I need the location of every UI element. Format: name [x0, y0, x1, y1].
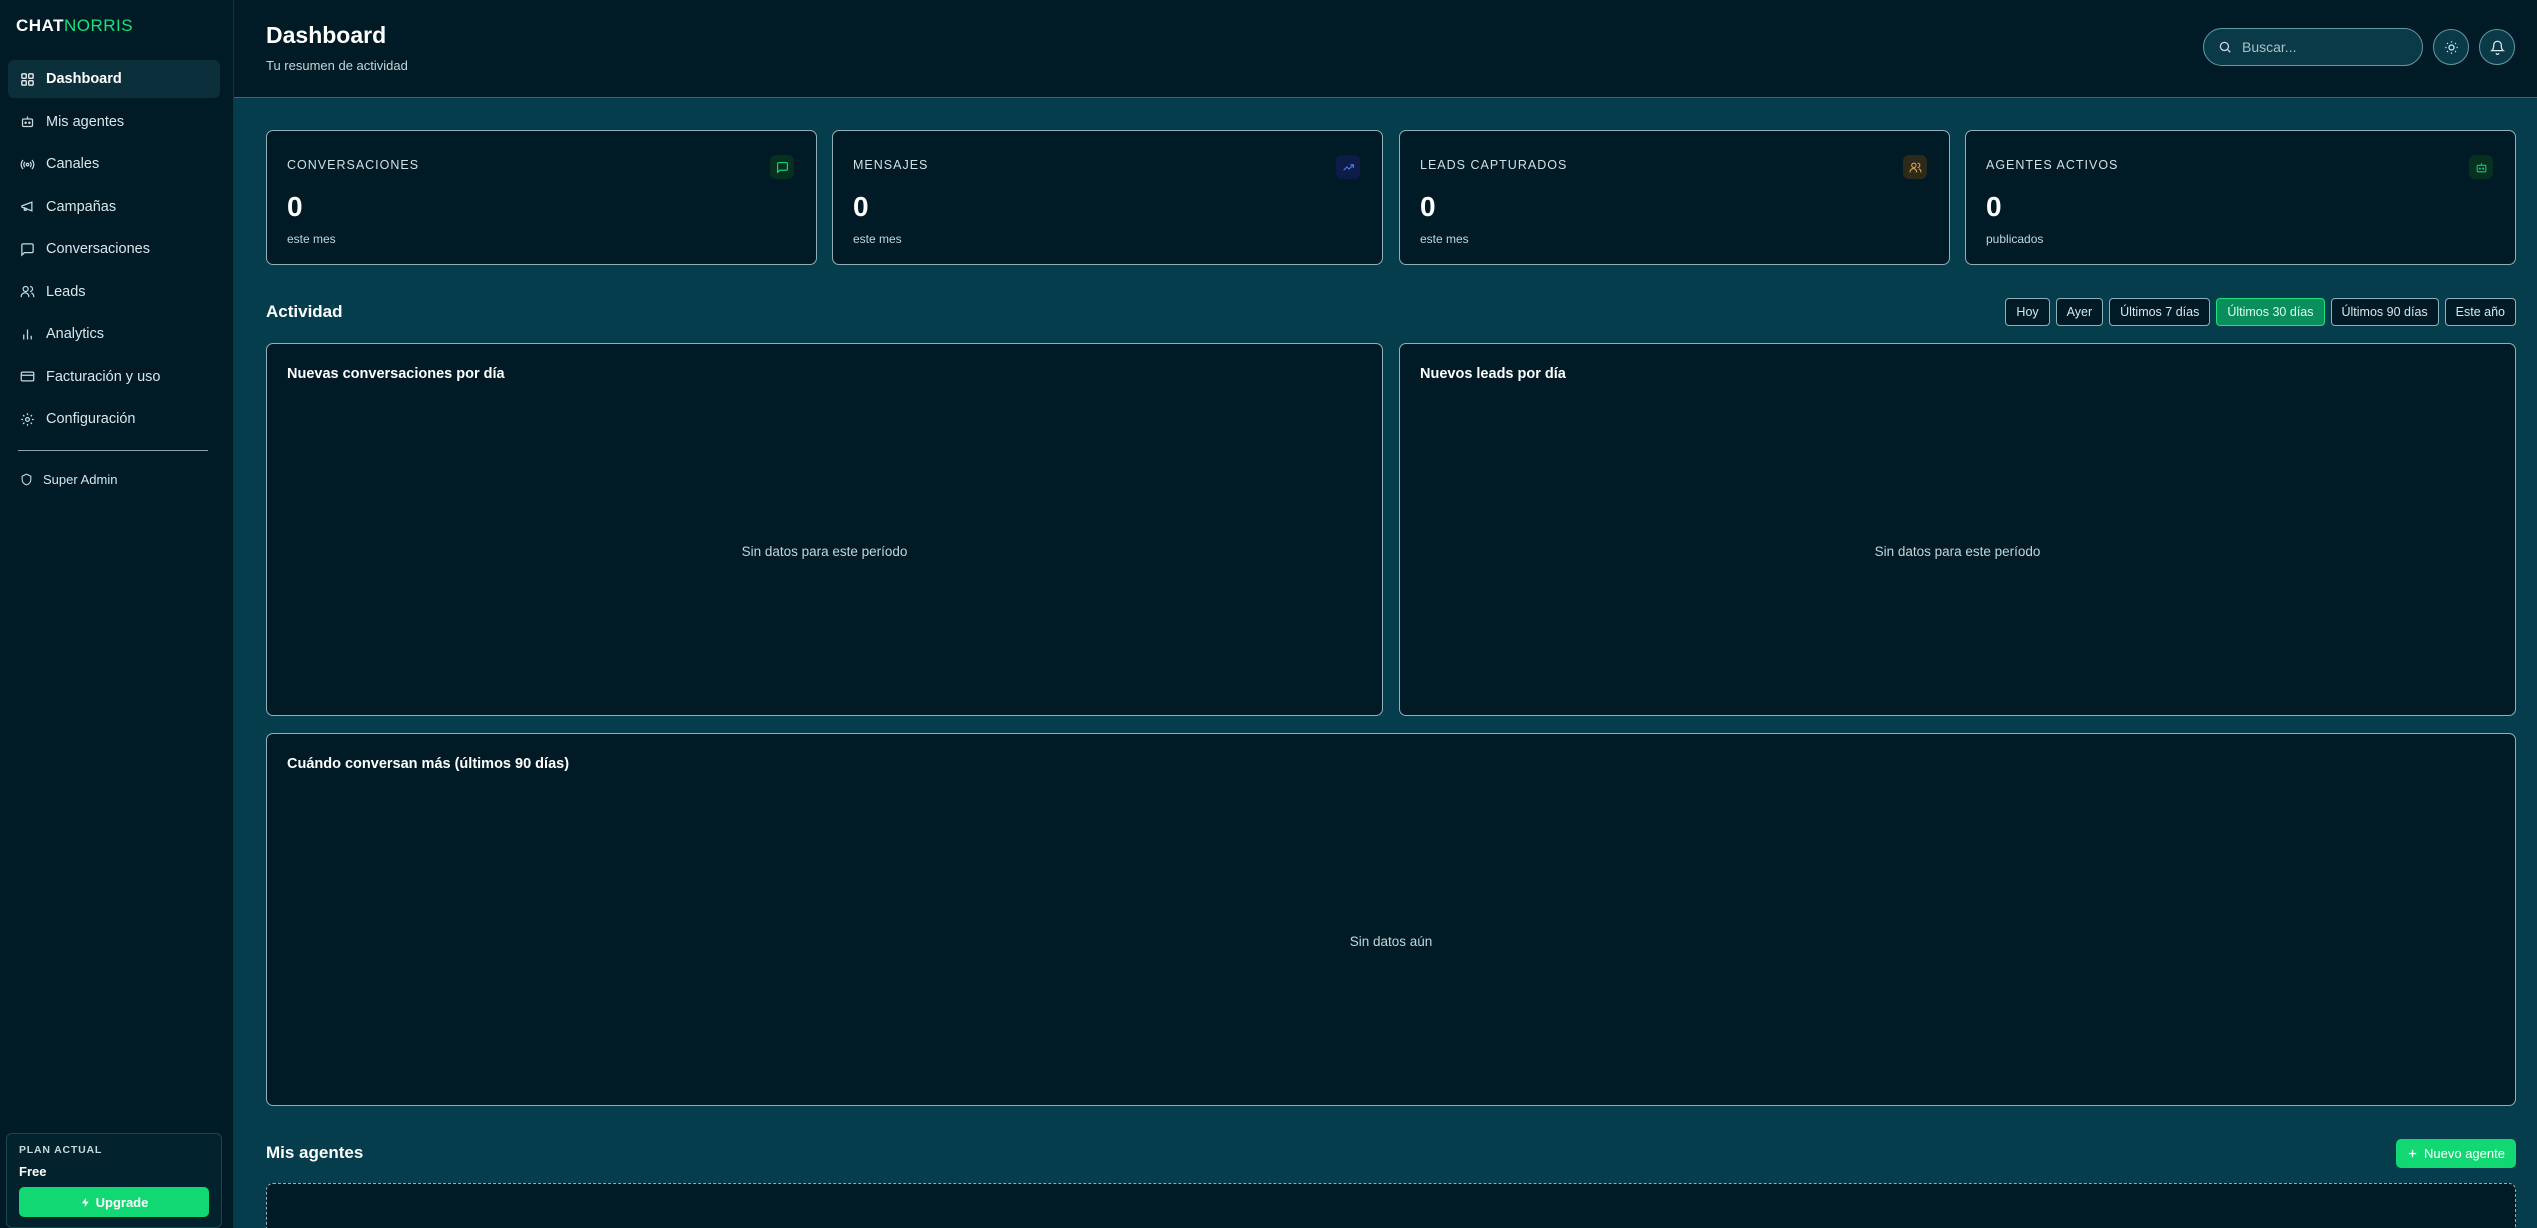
- sidebar-item-canales[interactable]: Canales: [8, 145, 220, 183]
- sidebar-item-label: Mis agentes: [46, 113, 125, 130]
- sidebar-item-label: Analytics: [46, 326, 105, 342]
- chart-title: Nuevos leads por día: [1420, 366, 1566, 382]
- shield-icon: [21, 473, 32, 486]
- sidebar-item-label: Dashboard: [46, 71, 122, 87]
- chart-card-leads: Nuevos leads por día Sin datos para este…: [1399, 343, 2516, 716]
- message-square-icon: [21, 242, 34, 257]
- trending-up-icon: [1336, 155, 1360, 179]
- stat-label: AGENTES ACTIVOS: [1986, 158, 2119, 172]
- sidebar-item-campanas[interactable]: Campañas: [8, 188, 220, 226]
- sidebar-item-analytics[interactable]: Analytics: [8, 315, 220, 353]
- stat-value: 0: [1986, 191, 2002, 222]
- stat-card-mensajes: MENSAJES 0 este mes: [832, 130, 1383, 265]
- radio-icon: [20, 159, 35, 169]
- stat-card-agentes-activos: AGENTES ACTIVOS 0 publicados: [1965, 130, 2516, 265]
- sidebar-item-label: Leads: [46, 283, 86, 300]
- sidebar-item-facturacion[interactable]: Facturación y uso: [8, 358, 220, 396]
- page-title: Dashboard: [266, 22, 387, 48]
- sidebar-item-leads[interactable]: Leads: [8, 273, 220, 311]
- sidebar-item-label: Conversaciones: [46, 241, 150, 257]
- bar-chart-icon: [23, 329, 32, 339]
- stat-value: 0: [287, 191, 303, 222]
- stat-label: CONVERSACIONES: [287, 158, 420, 172]
- stat-sub: este mes: [287, 232, 336, 246]
- super-admin-label: Super Admin: [43, 472, 118, 487]
- agents-section-title: Mis agentes: [266, 1143, 364, 1162]
- brand-part-2: NORRIS: [63, 16, 134, 35]
- search-box[interactable]: [2203, 28, 2423, 66]
- credit-card-icon: [20, 371, 35, 382]
- new-agent-label: Nuevo agente: [2424, 1146, 2505, 1161]
- bot-icon: [2469, 155, 2493, 179]
- plan-label: PLAN ACTUAL: [19, 1144, 103, 1156]
- sidebar-item-label: Configuración: [46, 411, 136, 427]
- top-header: Dashboard Tu resumen de actividad: [234, 0, 2537, 98]
- sidebar-item-label: Facturación y uso: [46, 368, 161, 385]
- period-selector: Hoy Ayer Últimos 7 días Últimos 30 días …: [2005, 298, 2516, 326]
- period-button-ayer[interactable]: Ayer: [2055, 298, 2104, 326]
- sidebar-nav: Dashboard Mis agentes Canales Campañas C…: [8, 60, 220, 443]
- empty-state-message: Sin datos para este período: [1874, 544, 2041, 559]
- period-button-este-ano[interactable]: Este año: [2444, 298, 2516, 326]
- message-square-icon: [770, 155, 794, 179]
- activity-title: Actividad: [266, 302, 343, 321]
- chart-title: Cuándo conversan más (últimos 90 días): [287, 756, 570, 772]
- stat-value: 0: [1420, 191, 1436, 222]
- sun-icon: [2444, 40, 2458, 54]
- heatmap-card: Cuándo conversan más (últimos 90 días) S…: [266, 733, 2516, 1106]
- empty-state-message: Sin datos para este período: [741, 544, 908, 559]
- stat-label: MENSAJES: [853, 158, 929, 172]
- plus-icon: [2408, 1149, 2417, 1158]
- sidebar-item-dashboard[interactable]: Dashboard: [8, 60, 220, 98]
- search-icon: [2219, 41, 2231, 53]
- stat-value: 0: [853, 191, 869, 222]
- sidebar-item-configuracion[interactable]: Configuración: [8, 400, 220, 438]
- stat-label: LEADS CAPTURADOS: [1420, 158, 1568, 172]
- zap-icon: [81, 1197, 89, 1207]
- sidebar-item-super-admin[interactable]: Super Admin: [20, 472, 117, 487]
- period-button-90-dias[interactable]: Últimos 90 días: [2330, 298, 2439, 326]
- stat-sub: publicados: [1986, 232, 2044, 246]
- stat-card-leads: LEADS CAPTURADOS 0 este mes: [1399, 130, 1950, 265]
- upgrade-label: Upgrade: [95, 1194, 149, 1210]
- users-icon: [1903, 155, 1927, 179]
- period-button-hoy[interactable]: Hoy: [2005, 298, 2050, 326]
- period-button-7-dias[interactable]: Últimos 7 días: [2109, 298, 2211, 326]
- sidebar-item-label: Canales: [46, 156, 100, 172]
- gear-icon: [21, 412, 34, 426]
- bot-icon: [21, 116, 34, 128]
- sidebar-item-label: Campañas: [46, 198, 117, 215]
- notifications-button[interactable]: [2479, 29, 2515, 65]
- empty-state-message: Sin datos aún: [1349, 934, 1433, 949]
- plan-name: Free: [19, 1164, 47, 1179]
- megaphone-icon: [21, 201, 33, 212]
- search-input[interactable]: [2242, 39, 2402, 55]
- sidebar-divider: [18, 450, 208, 451]
- users-icon: [20, 285, 35, 298]
- bell-icon: [2489, 40, 2505, 55]
- sidebar: CHATNORRIS Dashboard Mis agentes Canales…: [0, 0, 234, 1228]
- brand-logo[interactable]: CHATNORRIS: [16, 16, 133, 36]
- chart-card-conversaciones: Nuevas conversaciones por día Sin datos …: [266, 343, 1383, 716]
- period-button-30-dias[interactable]: Últimos 30 días: [2216, 298, 2325, 326]
- sidebar-item-conversaciones[interactable]: Conversaciones: [8, 230, 220, 268]
- grid-icon: [21, 72, 34, 86]
- theme-toggle-button[interactable]: [2433, 29, 2469, 65]
- page-subtitle: Tu resumen de actividad: [266, 58, 408, 73]
- sidebar-item-mis-agentes[interactable]: Mis agentes: [8, 103, 220, 141]
- chart-title: Nuevas conversaciones por día: [287, 366, 505, 382]
- stat-sub: este mes: [1420, 232, 1469, 246]
- stat-card-conversaciones: CONVERSACIONES 0 este mes: [266, 130, 817, 265]
- brand-part-1: CHAT: [16, 16, 64, 35]
- plan-card: PLAN ACTUAL Free Upgrade: [6, 1133, 222, 1228]
- upgrade-button[interactable]: Upgrade: [19, 1187, 209, 1217]
- stat-sub: este mes: [853, 232, 902, 246]
- agents-empty-placeholder: [266, 1183, 2516, 1228]
- new-agent-button[interactable]: Nuevo agente: [2396, 1139, 2516, 1168]
